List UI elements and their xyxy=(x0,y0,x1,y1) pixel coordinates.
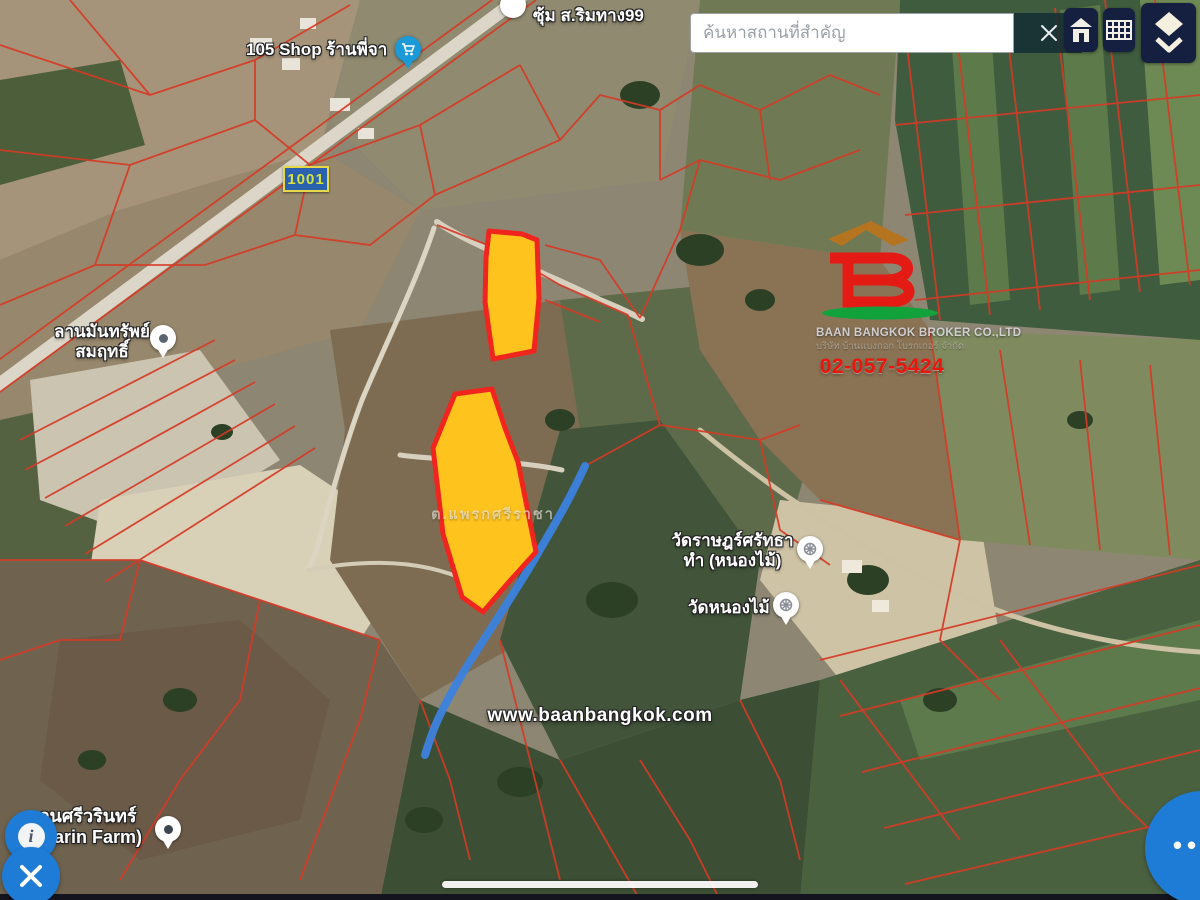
phone-number: 02-057-5424 xyxy=(819,355,945,378)
layers-button[interactable] xyxy=(1141,3,1196,63)
temple-rat-pin-icon[interactable] xyxy=(797,536,823,569)
website-watermark: www.baanbangkok.com xyxy=(487,705,713,726)
label-cassava-yard-line1: ลานมันทรัพย์ xyxy=(54,322,150,341)
bottom-strip xyxy=(0,894,1200,900)
route-shield-1001: 1001 xyxy=(283,166,329,192)
label-temple-rat-line2: ทำ (หนองไม้) xyxy=(683,550,782,570)
layers-diamond-icon xyxy=(1154,12,1183,53)
label-temple-rat: วัดราษฎร์ศรัทธา ทำ (หนองไม้) xyxy=(660,531,805,570)
label-cassava-yard-line2: สมฤทธิ์ xyxy=(75,341,129,361)
home-icon xyxy=(1070,18,1092,42)
broker-logo: BAAN BANGKOK BROKER CO.,LTD บริษัท บ้านแ… xyxy=(816,218,1022,378)
temple-nongmai-pin-icon[interactable] xyxy=(773,592,799,625)
ellipsis-icon: ••• xyxy=(1172,830,1200,861)
farm-pin-icon[interactable] xyxy=(155,816,181,849)
home-button[interactable] xyxy=(1064,8,1098,52)
logo-b-shape xyxy=(830,252,915,308)
logo-green-bar xyxy=(822,306,938,320)
satellite-map[interactable] xyxy=(0,0,1200,900)
company-name-en: BAAN BANGKOK BROKER CO.,LTD xyxy=(816,327,1022,339)
cassava-yard-pin-icon[interactable] xyxy=(150,325,176,358)
measure-tools-icon xyxy=(20,865,42,887)
grid-table-icon xyxy=(1106,20,1132,40)
company-name-th: บริษัท บ้านแบงกอก โบรกเกอร์ จำกัด xyxy=(816,341,965,352)
measure-button[interactable] xyxy=(2,847,60,900)
grid-button[interactable] xyxy=(1103,8,1135,52)
home-indicator-bar[interactable] xyxy=(442,881,758,888)
dharma-wheel-icon xyxy=(779,598,793,612)
label-subdistrict: ต.แพรกศรีราชา xyxy=(431,507,555,523)
label-cassava-yard: ลานมันทรัพย์ สมฤทธิ์ xyxy=(42,322,162,361)
info-icon: i xyxy=(17,822,45,850)
broker-logo-mark-icon xyxy=(822,221,938,320)
topbar xyxy=(0,0,1200,70)
dharma-wheel-icon xyxy=(803,542,817,556)
map-view[interactable]: ซุ้ม ส.ริมทาง99 105 Shop ร้านพี่จา 1001 … xyxy=(0,0,1200,900)
search-bar xyxy=(690,13,1084,53)
label-temple-nongmai: วัดหนองไม้ xyxy=(688,598,770,617)
highlighted-parcel-north[interactable] xyxy=(482,228,542,362)
search-input[interactable] xyxy=(690,13,1014,53)
logo-roof-shape xyxy=(828,221,909,246)
label-temple-rat-line1: วัดราษฎร์ศรัทธา xyxy=(671,531,794,550)
clear-x-icon xyxy=(1041,25,1057,41)
